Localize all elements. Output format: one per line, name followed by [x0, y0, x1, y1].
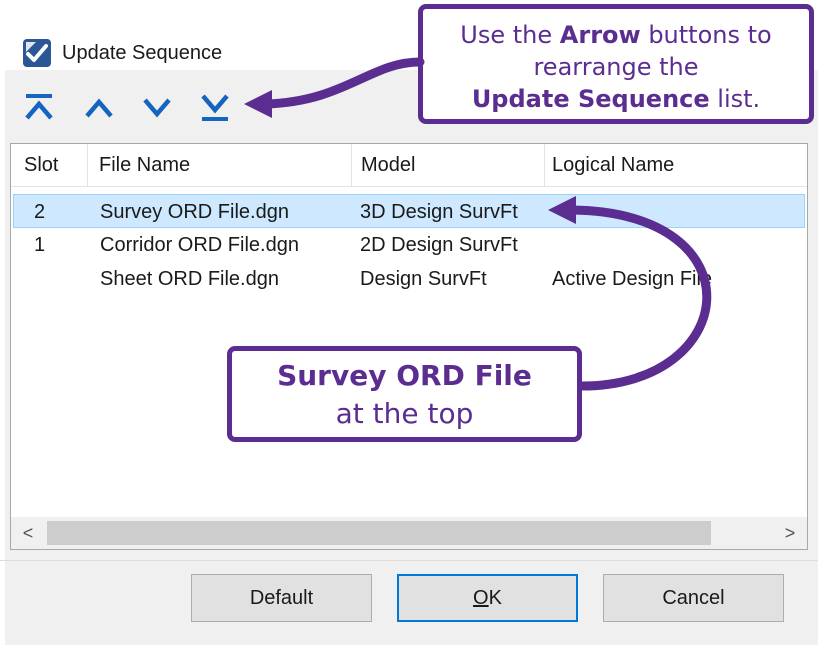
scrollbar-thumb[interactable]: [47, 521, 711, 545]
chevron-double-down-icon[interactable]: [198, 90, 232, 124]
sequence-toolbar: [22, 90, 282, 130]
footer-divider: [0, 560, 818, 561]
chevron-up-icon[interactable]: [82, 90, 116, 124]
callout-text: list.: [709, 85, 761, 113]
file-name-cell: Survey ORD File.dgn: [100, 201, 289, 223]
slot-cell: 1: [34, 234, 46, 256]
table-row[interactable]: 2 Survey ORD File.dgn 3D Design SurvFt: [13, 194, 805, 228]
chevron-down-icon[interactable]: [140, 90, 174, 124]
file-name-cell: Sheet ORD File.dgn: [100, 268, 279, 290]
file-name-cell: Corridor ORD File.dgn: [100, 234, 299, 256]
callout-text: Use the: [460, 21, 560, 49]
callout-bold-text: Arrow: [559, 21, 641, 49]
column-header-model[interactable]: Model: [361, 144, 415, 186]
ok-mnemonic: O: [473, 587, 489, 609]
window-title: Update Sequence: [62, 42, 223, 64]
callout-line: Update Sequence list.: [423, 83, 809, 115]
survey-file-callout: Survey ORD File at the top: [227, 346, 582, 442]
column-divider[interactable]: [87, 144, 88, 186]
model-cell: 3D Design SurvFt: [360, 201, 518, 223]
column-header-logical-name[interactable]: Logical Name: [552, 144, 674, 186]
callout-line: Use the Arrow buttons to: [423, 19, 809, 51]
callout-text: buttons to: [640, 21, 772, 49]
horizontal-scrollbar[interactable]: < >: [11, 517, 807, 549]
column-header-file-name[interactable]: File Name: [99, 144, 190, 186]
table-header: Slot File Name Model Logical Name: [11, 144, 807, 187]
ok-button[interactable]: OK: [397, 574, 578, 622]
window-edge: [0, 0, 5, 645]
arrow-buttons-callout: Use the Arrow buttons to rearrange the U…: [418, 4, 814, 124]
callout-line: at the top: [335, 397, 474, 430]
microstation-icon: [23, 39, 51, 67]
chevron-double-up-icon[interactable]: [22, 90, 56, 124]
callout-bold-text: Update Sequence: [471, 85, 710, 113]
callout-line: Survey ORD File: [277, 359, 532, 392]
column-header-slot[interactable]: Slot: [24, 144, 58, 186]
logical-name-cell: Active Design File: [552, 268, 713, 290]
callout-line: rearrange the: [533, 53, 699, 81]
column-divider[interactable]: [351, 144, 352, 186]
ok-label-rest: K: [488, 587, 502, 609]
model-cell: 2D Design SurvFt: [360, 234, 518, 256]
default-button[interactable]: Default: [191, 574, 372, 622]
table-row[interactable]: 1 Corridor ORD File.dgn 2D Design SurvFt: [13, 228, 805, 262]
scroll-right-button[interactable]: >: [773, 517, 807, 549]
column-divider[interactable]: [544, 144, 545, 186]
slot-cell: 2: [34, 201, 46, 223]
table-row[interactable]: Sheet ORD File.dgn Design SurvFt Active …: [13, 262, 805, 296]
scroll-left-button[interactable]: <: [11, 517, 45, 549]
model-cell: Design SurvFt: [360, 268, 487, 290]
cancel-button[interactable]: Cancel: [603, 574, 784, 622]
